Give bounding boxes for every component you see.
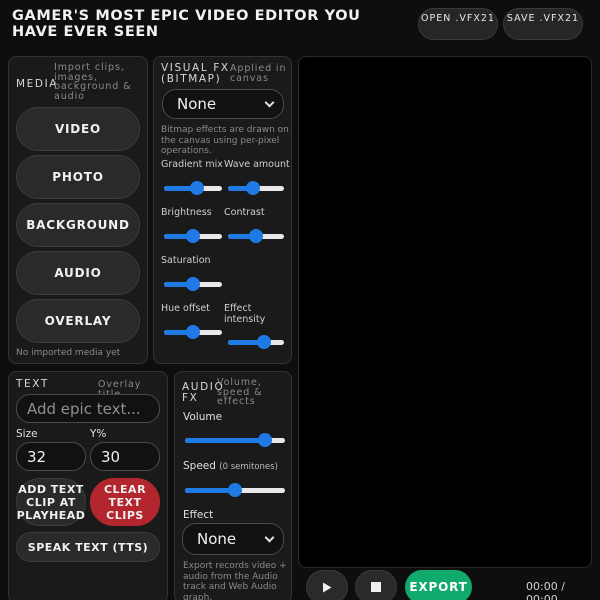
import-background-button[interactable]: BACKGROUND xyxy=(16,203,140,247)
timecode: 00:00 / 00:00 xyxy=(526,580,565,600)
stop-button[interactable] xyxy=(355,570,397,600)
contrast-label: Contrast xyxy=(224,207,265,218)
open-vfx21-button[interactable]: OPEN .VFX21 xyxy=(418,8,498,40)
audio-fx-subtitle: Volume, speed & effects xyxy=(217,377,263,407)
slider-thumb[interactable] xyxy=(246,181,260,195)
text-title: TEXT xyxy=(16,378,49,390)
text-input[interactable]: Add epic text... xyxy=(16,394,160,423)
visual-fx-panel: VISUAL FX (BITMAP) Applied in canvas Non… xyxy=(153,56,292,364)
volume-slider[interactable] xyxy=(185,433,285,447)
import-video-button[interactable]: VIDEO xyxy=(16,107,140,151)
slider-thumb[interactable] xyxy=(258,433,272,447)
slider-thumb[interactable] xyxy=(190,181,204,195)
clear-text-clips-button[interactable]: CLEAR TEXT CLIPS xyxy=(90,478,160,526)
size-input[interactable]: 32 xyxy=(16,442,86,471)
brightness-label: Brightness xyxy=(161,207,212,218)
contrast-slider[interactable] xyxy=(228,229,284,243)
effect-intensity-label: Effect intensity xyxy=(224,303,266,325)
brightness-slider[interactable] xyxy=(164,229,222,243)
media-panel: MEDIA Import clips, images, background &… xyxy=(8,56,148,364)
visual-fx-select[interactable]: None xyxy=(162,89,284,119)
gradient-mix-label: Gradient mix xyxy=(161,159,223,170)
speed-label-text: Speed xyxy=(183,460,216,472)
slider-thumb[interactable] xyxy=(186,277,200,291)
slider-thumb[interactable] xyxy=(228,483,242,497)
play-icon xyxy=(323,582,332,592)
export-note: Export records video + audio from the Au… xyxy=(183,561,287,600)
text-panel: TEXT Overlay title Add epic text... Size… xyxy=(8,371,168,600)
slider-thumb[interactable] xyxy=(257,335,271,349)
hue-offset-label: Hue offset xyxy=(161,303,210,314)
import-overlay-button[interactable]: OVERLAY xyxy=(16,299,140,343)
gradient-mix-slider[interactable] xyxy=(164,181,222,195)
app-title: GAMER'S MOST EPIC VIDEO EDITOR YOU HAVE … xyxy=(12,8,361,40)
speed-label: Speed (0 semitones) xyxy=(183,461,278,473)
slider-thumb[interactable] xyxy=(186,325,200,339)
chevron-down-icon xyxy=(264,532,275,543)
import-audio-button[interactable]: AUDIO xyxy=(16,251,140,295)
audio-fx-title: AUDIO FX xyxy=(182,381,225,404)
slider-thumb[interactable] xyxy=(186,229,200,243)
import-photo-button[interactable]: PHOTO xyxy=(16,155,140,199)
effect-label: Effect xyxy=(183,509,214,521)
hue-offset-slider[interactable] xyxy=(164,325,222,339)
audio-fx-panel: AUDIO FX Volume, speed & effects Volume … xyxy=(174,371,292,600)
speed-slider[interactable] xyxy=(185,483,285,497)
media-subtitle: Import clips, images, background & audio xyxy=(54,62,132,102)
stop-icon xyxy=(371,582,381,592)
audio-effect-select-value: None xyxy=(197,530,237,548)
play-button[interactable] xyxy=(306,570,348,600)
media-empty-text: No imported media yet xyxy=(16,348,121,358)
speed-unit: (0 semitones) xyxy=(219,462,278,472)
visual-fx-description: Bitmap effects are drawn on the canvas u… xyxy=(161,125,289,156)
slider-thumb[interactable] xyxy=(249,229,263,243)
speak-text-button[interactable]: SPEAK TEXT (TTS) xyxy=(16,532,160,562)
wave-amount-label: Wave amount xyxy=(224,159,290,170)
visual-fx-subtitle: Applied in canvas xyxy=(230,63,287,84)
size-label: Size xyxy=(16,428,38,440)
media-title: MEDIA xyxy=(16,78,59,90)
volume-label: Volume xyxy=(183,411,223,423)
preview-canvas[interactable] xyxy=(298,56,592,568)
visual-fx-select-value: None xyxy=(177,95,217,113)
effect-intensity-slider[interactable] xyxy=(228,335,284,349)
y-percent-input[interactable]: 30 xyxy=(90,442,160,471)
wave-amount-slider[interactable] xyxy=(228,181,284,195)
visual-fx-title: VISUAL FX (BITMAP) xyxy=(161,62,230,85)
audio-effect-select[interactable]: None xyxy=(182,523,284,555)
export-button[interactable]: EXPORT xyxy=(405,570,472,600)
save-vfx21-button[interactable]: SAVE .VFX21 xyxy=(503,8,583,40)
chevron-down-icon xyxy=(264,97,275,108)
saturation-label: Saturation xyxy=(161,255,211,266)
saturation-slider[interactable] xyxy=(164,277,222,291)
y-percent-label: Y% xyxy=(90,428,107,440)
add-text-clip-button[interactable]: ADD TEXT CLIP AT PLAYHEAD xyxy=(16,478,86,526)
